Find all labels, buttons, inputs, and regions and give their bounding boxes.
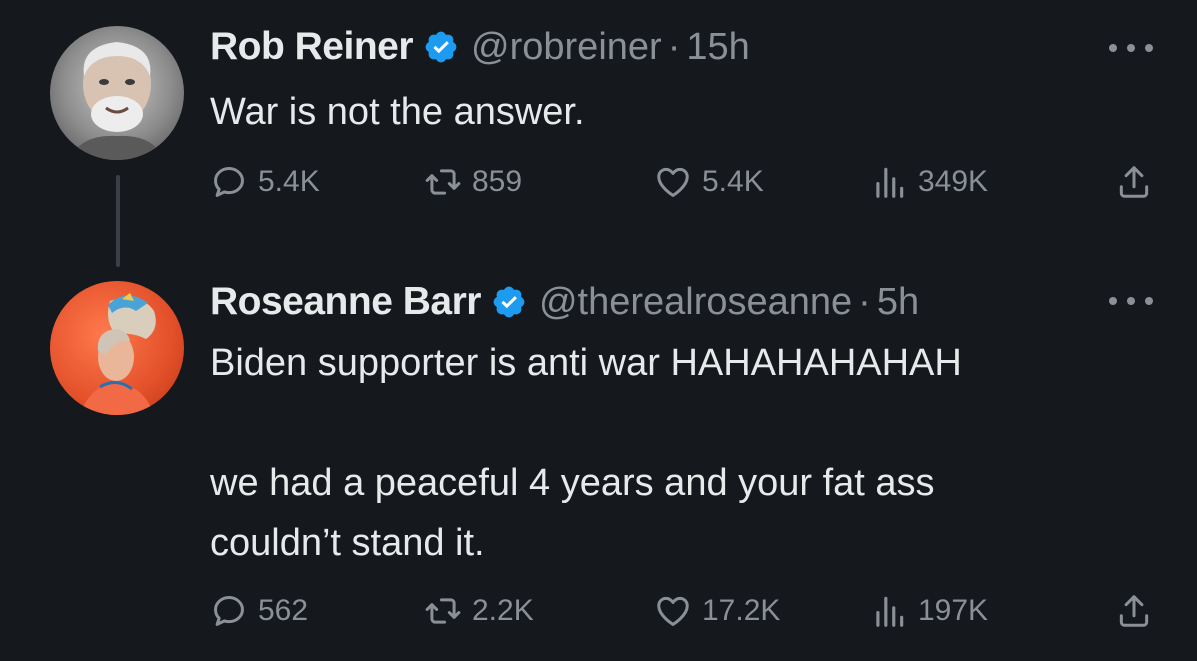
reply-icon — [214, 596, 244, 626]
tweet-rob-reiner[interactable]: Rob Reiner @robreiner · 15h War is not t… — [0, 0, 1197, 267]
reply-count: 5.4K — [258, 165, 320, 198]
reply-button[interactable]: 5.4K — [210, 160, 320, 204]
action-bar: 562 2.2K 17.2K 197K — [210, 589, 1153, 633]
thread-line — [116, 175, 120, 267]
views-chart-icon — [876, 596, 904, 627]
tweet-header: Roseanne Barr @therealroseanne · 5h — [210, 277, 919, 327]
person-photo-icon — [70, 42, 164, 160]
reply-button[interactable]: 562 — [210, 589, 308, 633]
views-chart-icon — [876, 167, 904, 198]
share-icon — [1119, 166, 1149, 198]
tweet-header: Rob Reiner @robreiner · 15h — [210, 22, 750, 72]
separator-dot: · — [858, 280, 871, 323]
username-handle[interactable]: @therealroseanne — [539, 281, 852, 324]
like-button[interactable]: 17.2K — [654, 589, 780, 633]
share-icon — [1119, 595, 1149, 627]
repost-button[interactable]: 859 — [424, 160, 522, 204]
more-options-icon[interactable] — [1109, 40, 1153, 56]
repost-button[interactable]: 2.2K — [424, 589, 534, 633]
verified-badge-icon — [425, 31, 457, 63]
more-options-icon[interactable] — [1109, 293, 1153, 309]
display-name[interactable]: Rob Reiner — [210, 25, 414, 69]
heart-icon — [657, 596, 689, 626]
timestamp[interactable]: 15h — [686, 26, 749, 69]
like-count: 5.4K — [702, 165, 764, 198]
tweet-text: War is not the answer. — [210, 91, 585, 133]
like-button[interactable]: 5.4K — [654, 160, 764, 204]
username-handle[interactable]: @robreiner — [471, 26, 662, 69]
share-button[interactable] — [1115, 160, 1153, 204]
heart-icon — [657, 167, 689, 197]
views-button[interactable]: 197K — [870, 589, 988, 633]
like-count: 17.2K — [702, 594, 781, 627]
share-button[interactable] — [1115, 589, 1153, 633]
tweet-text: Biden supporter is anti war HAHAHAHAHAH … — [210, 342, 962, 564]
timestamp[interactable]: 5h — [877, 281, 919, 324]
repost-count: 859 — [472, 165, 523, 198]
reply-icon — [214, 167, 244, 197]
separator-dot: · — [667, 25, 681, 68]
views-button[interactable]: 349K — [870, 160, 988, 204]
repost-icon — [425, 598, 461, 624]
reply-count: 562 — [258, 594, 309, 627]
tweet-roseanne-barr[interactable]: Roseanne Barr @therealroseanne · 5h Bide… — [0, 265, 1197, 661]
action-bar: 5.4K 859 5.4K 349K — [210, 160, 1153, 204]
display-name[interactable]: Roseanne Barr — [210, 280, 481, 324]
repost-icon — [425, 169, 461, 195]
avatar[interactable] — [50, 281, 184, 415]
avatar[interactable] — [50, 26, 184, 160]
views-count: 197K — [918, 594, 989, 627]
verified-badge-icon — [493, 286, 525, 318]
person-photo-icon — [80, 293, 156, 415]
repost-count: 2.2K — [472, 594, 534, 627]
views-count: 349K — [918, 165, 989, 198]
